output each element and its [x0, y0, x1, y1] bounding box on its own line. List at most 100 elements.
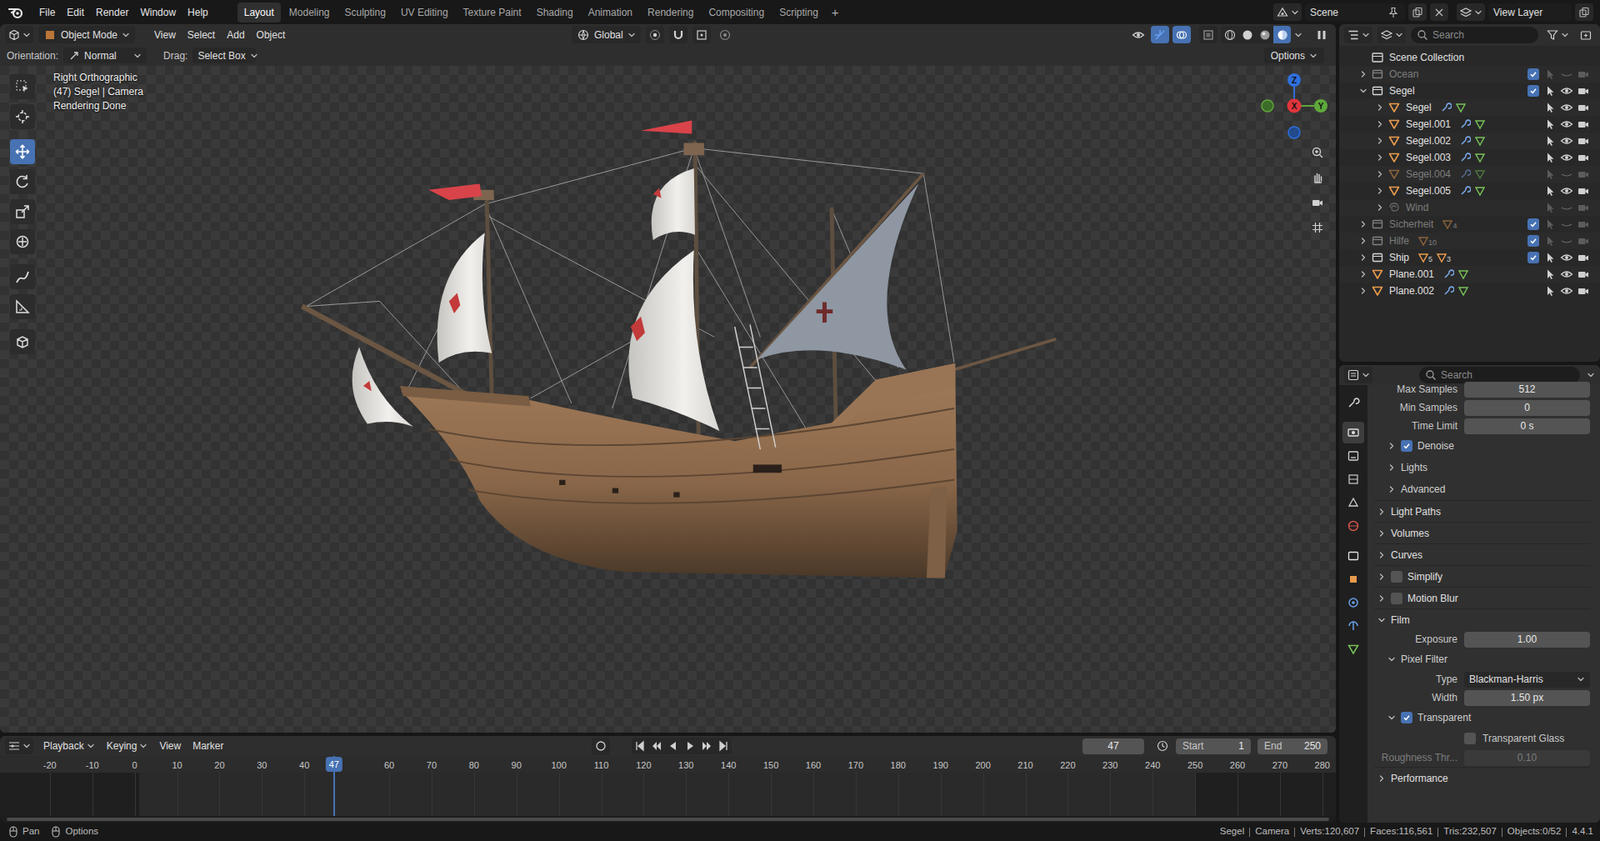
gizmos[interactable] — [1150, 25, 1170, 44]
selectable-toggle[interactable] — [1541, 134, 1559, 148]
selectable-toggle[interactable] — [1541, 284, 1559, 298]
subpanel-header[interactable]: Lights — [1374, 456, 1590, 479]
selectable-toggle[interactable] — [1541, 67, 1559, 81]
subpanel-title[interactable]: Transparent — [1417, 710, 1471, 725]
subpanel-title[interactable]: Lights — [1400, 460, 1428, 475]
expand-toggle[interactable] — [1377, 550, 1386, 560]
shading-mode-button[interactable] — [1273, 25, 1291, 44]
view-layer-name[interactable]: View Layer — [1493, 5, 1567, 20]
workspace-tab[interactable]: Layout — [237, 2, 281, 23]
properties-tab[interactable] — [1342, 568, 1365, 590]
outliner-row[interactable]: Segel — [1339, 82, 1600, 100]
selectable-toggle[interactable] — [1541, 150, 1559, 165]
visibility-toggle[interactable] — [1558, 134, 1575, 148]
overlays[interactable] — [1172, 25, 1191, 44]
outliner-item-label[interactable]: Segel.004 — [1405, 166, 1451, 182]
subpanel-header[interactable]: Transparent — [1374, 706, 1590, 729]
tool-button[interactable] — [10, 199, 35, 225]
render-toggle[interactable] — [1575, 100, 1592, 115]
view-layer-field[interactable]: View Layer — [1488, 3, 1572, 21]
workspace-tab[interactable]: Modeling — [282, 2, 337, 23]
panel-header[interactable]: Light Paths — [1374, 500, 1590, 522]
outliner-item-label[interactable]: Segel.002 — [1405, 133, 1451, 149]
shading-mode-button[interactable] — [1238, 25, 1256, 44]
outliner-row[interactable]: Segel — [1339, 99, 1600, 116]
zoom-button[interactable] — [1305, 140, 1330, 165]
current-frame-field[interactable]: 47 — [1082, 738, 1145, 755]
outliner-item-label[interactable]: Segel.001 — [1405, 116, 1451, 132]
render-region[interactable] — [1312, 25, 1331, 44]
editor-type-button[interactable] — [1344, 26, 1373, 44]
properties-tab[interactable] — [1342, 445, 1365, 467]
visibility-toggle[interactable] — [1558, 200, 1575, 215]
outliner-row[interactable]: Plane.002 — [1339, 282, 1600, 300]
playhead-frame-badge[interactable]: 47 — [325, 756, 343, 772]
expand-toggle[interactable] — [1355, 232, 1371, 250]
outliner-item-label[interactable]: Segel.003 — [1405, 150, 1451, 165]
viewport-canvas[interactable]: Right Orthographic(47) Segel | CameraRen… — [0, 65, 1336, 733]
number-field[interactable]: 1.00 — [1464, 631, 1590, 648]
tool-button[interactable] — [10, 139, 35, 165]
panel-title[interactable]: Curves — [1390, 547, 1423, 563]
outliner-row[interactable]: Ship53 — [1339, 249, 1600, 266]
menu-item[interactable]: Render — [90, 2, 135, 23]
outliner-row[interactable]: Segel.004 — [1339, 165, 1600, 183]
selectable-toggle[interactable] — [1541, 117, 1559, 131]
tool-button[interactable] — [10, 329, 35, 355]
xray[interactable] — [1199, 25, 1218, 44]
expand-toggle[interactable] — [1377, 594, 1386, 603]
expand-toggle[interactable] — [1355, 49, 1371, 66]
checkbox[interactable] — [1527, 218, 1540, 230]
panel-title[interactable]: Performance — [1390, 770, 1449, 786]
selectable-toggle[interactable] — [1541, 250, 1559, 265]
subpanel-header[interactable]: Denoise — [1374, 435, 1590, 457]
panel-header[interactable]: Performance — [1374, 766, 1590, 789]
expand-toggle[interactable] — [1377, 507, 1386, 516]
scrollbar-thumb[interactable] — [6, 817, 1330, 821]
checkbox-label[interactable]: Transparent Glass — [1482, 730, 1565, 746]
add-workspace-button[interactable]: + — [826, 5, 845, 19]
checkbox[interactable] — [1527, 68, 1540, 80]
render-toggle[interactable] — [1575, 184, 1592, 198]
display-mode-button[interactable] — [1377, 26, 1406, 44]
number-field[interactable]: 0 s — [1464, 418, 1590, 435]
panel-header[interactable]: Motion Blur — [1374, 586, 1590, 609]
start-frame-field[interactable]: Start1 — [1175, 738, 1251, 755]
workspace-tab[interactable]: Animation — [581, 2, 640, 23]
outliner-row[interactable]: Ocean — [1339, 65, 1600, 83]
outliner-row[interactable]: Segel.003 — [1339, 149, 1600, 166]
properties-tab[interactable] — [1342, 468, 1365, 490]
expand-toggle[interactable] — [1355, 65, 1371, 83]
checkbox[interactable] — [1527, 251, 1540, 264]
properties-tab[interactable] — [1342, 421, 1365, 444]
transport-button[interactable] — [681, 737, 699, 755]
timeline-menu[interactable]: Marker — [187, 738, 229, 754]
expand-toggle[interactable] — [1372, 199, 1388, 216]
visibility-toggle[interactable] — [1558, 117, 1575, 131]
outliner-row[interactable]: Plane.001 — [1339, 265, 1600, 283]
proportional-edit[interactable] — [715, 25, 735, 44]
number-field[interactable]: 512 — [1464, 381, 1590, 398]
pan-button[interactable] — [1305, 165, 1330, 190]
render-toggle[interactable] — [1575, 167, 1592, 181]
view-layer-selector[interactable]: View Layer — [1456, 3, 1594, 21]
outliner-search-input[interactable] — [1432, 27, 1534, 43]
scene-field[interactable]: Scene — [1305, 3, 1405, 21]
timeline-menu[interactable]: Playback — [38, 738, 100, 754]
properties-tab[interactable] — [1342, 615, 1365, 637]
expand-toggle[interactable] — [1372, 182, 1388, 200]
menu-item[interactable]: Window — [134, 2, 182, 23]
transport-button[interactable] — [631, 737, 649, 755]
outliner-row[interactable]: Scene Collection — [1339, 49, 1600, 66]
timeline-scrollbar[interactable] — [0, 815, 1336, 823]
workspace-tab[interactable]: UV Editing — [394, 2, 455, 23]
properties-search-input[interactable] — [1440, 367, 1575, 383]
checkbox[interactable] — [1464, 732, 1476, 745]
visibility[interactable] — [1129, 25, 1148, 44]
transform-orientation-dropdown[interactable]: Global — [571, 25, 641, 44]
outliner-row[interactable]: Sicherheit4 — [1339, 215, 1600, 233]
expand-toggle[interactable] — [1355, 282, 1371, 300]
snap-target[interactable] — [692, 25, 711, 44]
view-layer-browse-button[interactable] — [1456, 3, 1485, 21]
render-toggle[interactable] — [1575, 117, 1592, 131]
